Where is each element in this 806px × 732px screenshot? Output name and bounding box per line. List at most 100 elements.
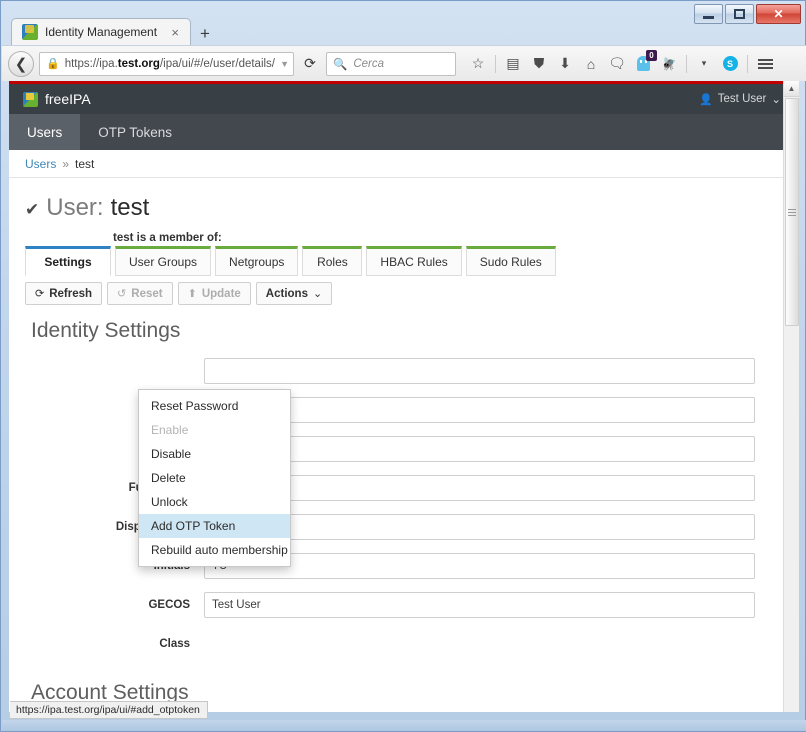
status-bar-url: https://ipa.test.org/ipa/ui/#add_otptoke… — [10, 701, 208, 719]
close-icon[interactable]: × — [168, 25, 182, 40]
form-row — [9, 390, 783, 429]
browser-tabstrip: Identity Management × + — [11, 13, 219, 45]
field-input[interactable] — [204, 357, 755, 384]
facet-tab-sudo-rules[interactable]: Sudo Rules — [465, 246, 556, 276]
actions-button-label: Actions — [265, 287, 308, 300]
refresh-icon: ⟳ — [35, 288, 45, 300]
check-icon: ✔ — [25, 200, 40, 219]
page-title-label: User: — [46, 194, 104, 221]
person-icon: 👤 — [699, 93, 713, 106]
maximize-button[interactable] — [725, 4, 754, 24]
breadcrumb-separator: » — [62, 156, 70, 171]
breadcrumb-current: test — [75, 156, 95, 171]
url-text: https://ipa.test.org/ipa/ui/#/e/user/det… — [64, 57, 276, 70]
minimize-button[interactable] — [694, 4, 723, 24]
memberof-label: test is a member of: — [113, 232, 222, 244]
downloads-icon[interactable]: ⬇ — [552, 51, 578, 77]
freeipa-logo-icon — [23, 91, 38, 107]
facet-tab-user-groups[interactable]: User Groups — [115, 246, 212, 276]
form-row — [9, 429, 783, 468]
facet-tab-netgroups[interactable]: Netgroups — [215, 246, 299, 276]
form-row — [9, 351, 783, 390]
menu-hamburger-icon[interactable] — [752, 51, 778, 77]
page-title: ✔ User: test — [9, 178, 799, 222]
overflow-chevron-icon[interactable]: ▾ — [691, 51, 717, 77]
menu-item-add-otp-token[interactable]: Add OTP Token — [139, 514, 290, 538]
reload-button[interactable]: ⟳ — [299, 52, 321, 76]
home-icon[interactable]: ⌂ — [578, 51, 604, 77]
reset-button-label: Reset — [131, 287, 163, 300]
search-icon: 🔍 — [333, 58, 348, 71]
breadcrumb: Users » test — [9, 150, 799, 178]
browser-tab-title: Identity Management — [45, 25, 158, 39]
user-menu[interactable]: 👤 Test User ⌄ — [699, 84, 781, 114]
page-title-value: test — [110, 194, 150, 221]
browser-window: ✕ Identity Management × + ❮ 🔒 https://ip… — [0, 0, 806, 732]
skype-icon[interactable]: S — [717, 51, 743, 77]
back-button[interactable]: ❮ — [8, 50, 34, 77]
form-row-full-name: Full name * Test User — [9, 468, 783, 507]
facet-toolbar: ⟳ Refresh ↺ Reset ⬆ Update Actions ⌄ — [9, 276, 799, 305]
window-bottom-edge — [2, 720, 806, 731]
padlock-icon: 🔒 — [46, 58, 60, 70]
scroll-up-arrow-icon[interactable]: ▲ — [784, 81, 799, 97]
gecos-input[interactable]: Test User — [204, 591, 755, 618]
menu-item-delete[interactable]: Delete — [139, 466, 290, 490]
facet-tab-settings[interactable]: Settings — [25, 246, 111, 276]
class-label: Class — [159, 637, 190, 650]
toolbar-divider — [495, 54, 496, 73]
menu-item-rebuild-auto-membership[interactable]: Rebuild auto membership — [139, 538, 290, 562]
menu-item-disable[interactable]: Disable — [139, 442, 290, 466]
browser-toolbar: ❮ 🔒 https://ipa.test.org/ipa/ui/#/e/user… — [2, 45, 806, 81]
url-bar[interactable]: 🔒 https://ipa.test.org/ipa/ui/#/e/user/d… — [39, 51, 294, 76]
identity-settings-heading: Identity Settings — [31, 319, 181, 342]
reading-list-icon[interactable]: ▤ — [500, 51, 526, 77]
actions-menu: Reset Password Enable Disable Delete Unl… — [138, 389, 291, 567]
ghostery-icon[interactable]: 0 — [630, 49, 657, 77]
menu-item-reset-password[interactable]: Reset Password — [139, 394, 290, 418]
browser-tab[interactable]: Identity Management × — [11, 18, 191, 45]
facet-tabs: Settings User Groups Netgroups Roles HBA… — [25, 246, 783, 276]
tab-otp-tokens[interactable]: OTP Tokens — [80, 114, 190, 150]
form-row-class: Class — [9, 624, 783, 663]
close-button[interactable]: ✕ — [756, 4, 801, 24]
search-input[interactable]: 🔍 Cerca — [326, 51, 456, 76]
upload-icon: ⬆ — [187, 288, 197, 300]
tab-users[interactable]: Users — [9, 114, 81, 150]
chevron-down-icon: ⌄ — [312, 288, 323, 300]
form-row-display-name: Display name Test User — [9, 507, 783, 546]
refresh-button-label: Refresh — [49, 287, 93, 300]
chevron-down-icon[interactable]: ▼ — [280, 59, 289, 69]
freeipa-favicon-icon — [22, 24, 38, 40]
pocket-shield-icon[interactable]: ⛊ — [526, 51, 552, 77]
chevron-down-icon: ⌄ — [771, 94, 781, 106]
page-viewport: freeIPA 👤 Test User ⌄ Users OTP Tokens U… — [9, 81, 799, 712]
menu-item-enable: Enable — [151, 423, 189, 437]
scrollbar-thumb[interactable] — [785, 98, 799, 326]
breadcrumb-users-link[interactable]: Users — [25, 157, 56, 171]
page-scrollbar[interactable]: ▲ — [783, 81, 799, 712]
search-placeholder: Cerca — [353, 57, 385, 70]
gecos-label: GECOS — [148, 598, 190, 611]
toolbar-icons: ☆ ▤ ⛊ ⬇ ⌂ 🗨 0 🪰 ▾ S — [465, 49, 778, 77]
identity-settings-form: Full name * Test User Display name Test … — [9, 349, 799, 663]
actions-dropdown-button[interactable]: Actions ⌄ — [255, 282, 333, 305]
facet-tab-roles[interactable]: Roles — [302, 246, 363, 276]
ipa-header: freeIPA 👤 Test User ⌄ — [9, 84, 799, 114]
update-button[interactable]: ⬆ Update — [177, 282, 251, 305]
ipa-brand[interactable]: freeIPA — [23, 91, 91, 107]
refresh-button[interactable]: ⟳ Refresh — [25, 282, 103, 305]
ipa-nav-tabs: Users OTP Tokens — [9, 114, 799, 150]
firebug-icon[interactable]: 🪰 — [656, 51, 682, 77]
reset-button[interactable]: ↺ Reset — [107, 282, 173, 305]
update-button-label: Update — [201, 287, 241, 300]
chat-bubble-icon[interactable]: 🗨 — [604, 51, 630, 77]
facet-tab-hbac-rules[interactable]: HBAC Rules — [366, 246, 462, 276]
new-tab-button[interactable]: + — [191, 25, 219, 45]
toolbar-divider-3 — [747, 54, 748, 73]
bookmark-star-icon[interactable]: ☆ — [465, 51, 491, 77]
menu-item-unlock[interactable]: Unlock — [139, 490, 290, 514]
reset-icon: ↺ — [117, 288, 127, 300]
user-menu-label: Test User — [717, 93, 767, 105]
class-value — [204, 631, 755, 657]
